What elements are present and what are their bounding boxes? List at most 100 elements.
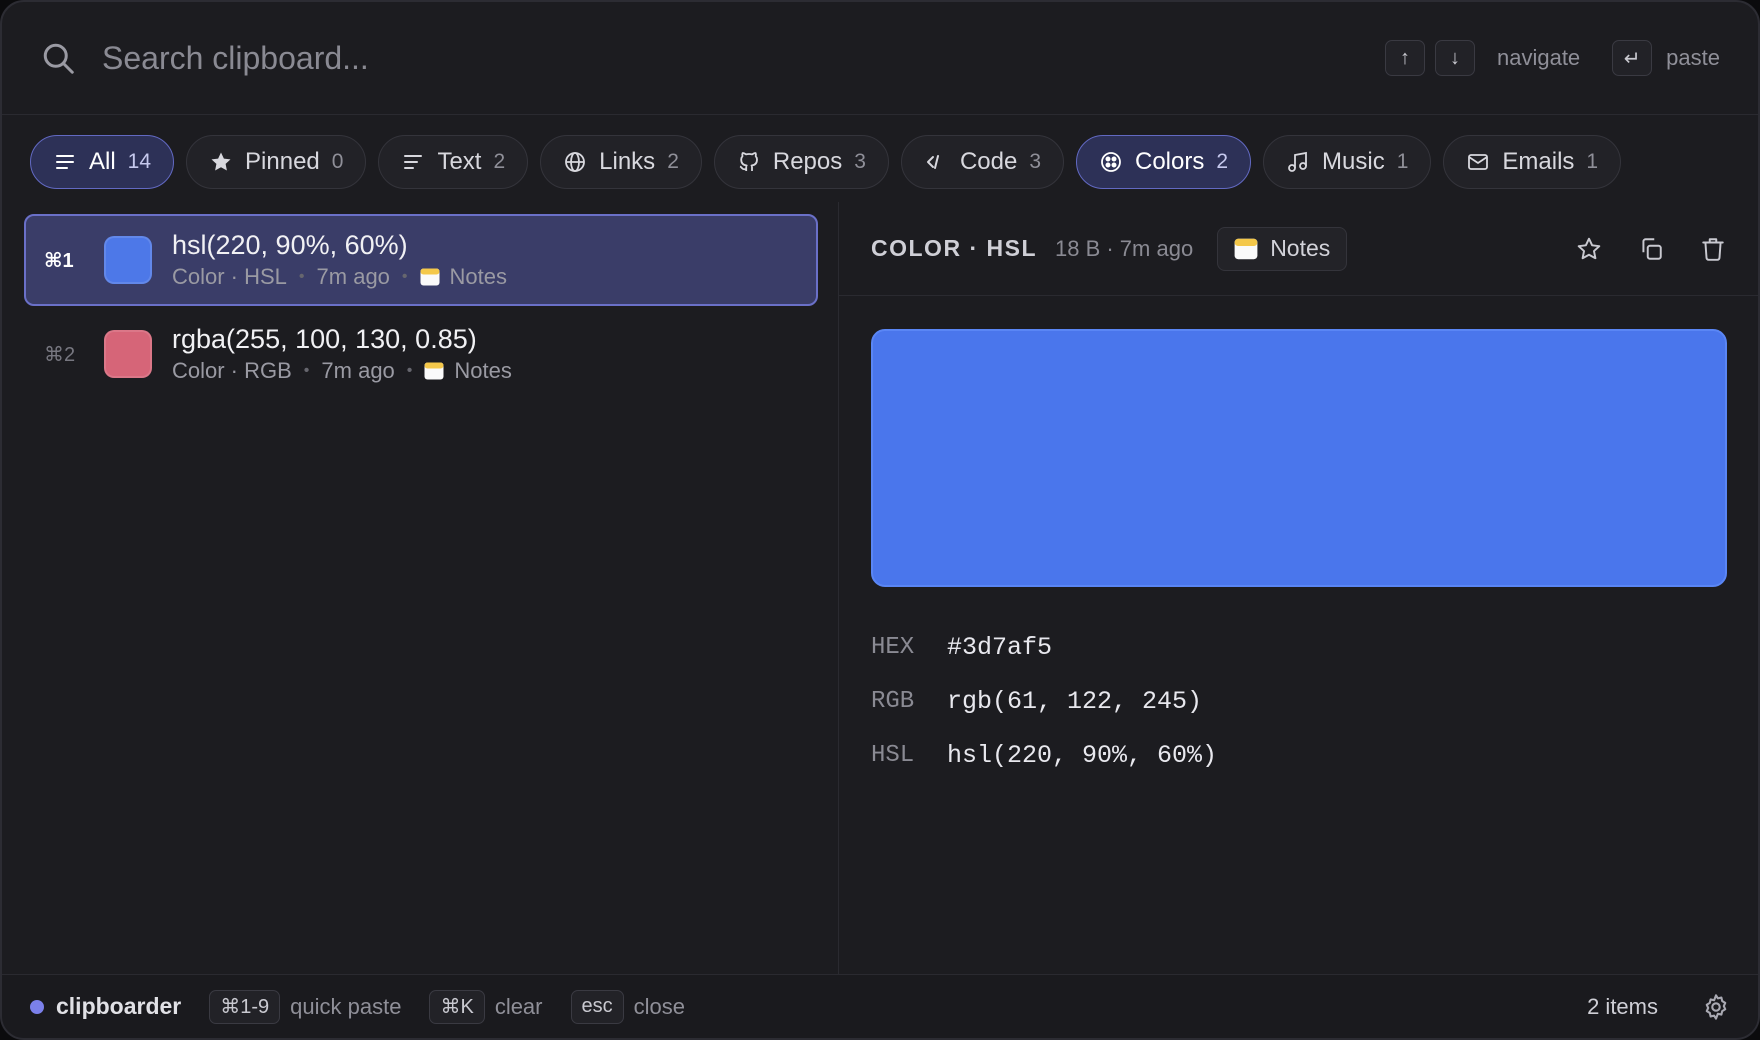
chip-count: 3 (854, 150, 866, 173)
mail-icon (1468, 154, 1489, 170)
search-input[interactable] (102, 28, 1385, 88)
chip-label: All (89, 148, 116, 175)
value-text[interactable]: #3d7af5 (947, 633, 1052, 662)
item-meta: Color · RGB • 7m ago • Notes (172, 356, 512, 386)
code-icon (926, 155, 939, 169)
item-time: 7m ago (316, 264, 390, 289)
list-icon (56, 155, 74, 169)
music-note-icon (1288, 151, 1307, 172)
navigation-hints: ↑ ↓ navigate ↵ paste (1384, 40, 1720, 76)
value-row-hex: HEX #3d7af5 (871, 620, 1217, 674)
item-shortcut: ⌘2 (44, 343, 76, 366)
shortcut-label: clear (494, 993, 543, 1019)
color-values: HEX #3d7af5 RGB rgb(61, 122, 245) HSL hs… (871, 620, 1217, 782)
list-item[interactable]: ⌘2 rgba(255, 100, 130, 0.85) Color · RGB… (24, 308, 818, 400)
notes-app-icon (1234, 238, 1258, 259)
chip-label: Music (1322, 148, 1385, 175)
value-label: HEX (871, 633, 915, 661)
clipboard-list: ⌘1 hsl(220, 90%, 60%) Color · HSL • 7m a… (24, 214, 818, 402)
shortcut-key: ⌘1-9 (209, 989, 281, 1024)
chip-label: Pinned (245, 148, 320, 175)
paste-hint: paste (1666, 45, 1720, 70)
chip-label: Emails (1502, 148, 1575, 175)
notes-app-icon (420, 268, 440, 286)
value-text[interactable]: hsl(220, 90%, 60%) (947, 741, 1217, 770)
github-icon (739, 152, 758, 171)
value-label: HSL (871, 741, 915, 769)
item-title: rgba(255, 100, 130, 0.85) (172, 324, 477, 354)
arrow-up-key: ↑ (1384, 40, 1425, 76)
chip-label: Text (437, 148, 482, 175)
item-kind: Color · HSL (172, 264, 287, 289)
item-kind: Color · RGB (172, 358, 292, 383)
separator-dot: • (401, 268, 408, 285)
shortcut-label: close (633, 993, 685, 1019)
chip-count: 1 (1396, 150, 1409, 173)
copy-icon[interactable] (1638, 236, 1664, 262)
star-icon (211, 152, 231, 171)
source-name: Notes (1270, 235, 1331, 261)
item-title: hsl(220, 90%, 60%) (172, 230, 408, 260)
shortcut-label: quick paste (290, 993, 402, 1019)
items-count: 2 items (1587, 993, 1658, 1019)
value-row-rgb: RGB rgb(61, 122, 245) (871, 674, 1217, 728)
filter-chip-pinned[interactable]: Pinned 0 (186, 135, 367, 189)
search-bar: ↑ ↓ navigate ↵ paste (2, 2, 1758, 115)
item-meta: Color · HSL • 7m ago • Notes (172, 262, 507, 292)
filter-chip-colors[interactable]: Colors 2 (1076, 135, 1252, 189)
separator-dot: • (406, 362, 413, 379)
separator-dot: • (303, 362, 310, 379)
globe-icon (565, 152, 586, 172)
clipboard-window: ↑ ↓ navigate ↵ paste All 14 Pinned 0 Tex… (0, 0, 1760, 1040)
palette-icon (1101, 152, 1121, 172)
chip-count: 2 (667, 150, 679, 173)
filter-chip-text[interactable]: Text 2 (378, 135, 529, 189)
color-swatch (104, 330, 152, 378)
separator-dot: • (298, 268, 305, 285)
star-icon[interactable] (1576, 236, 1602, 262)
footer-bar: clipboarder ⌘1-9 quick paste ⌘K clear es… (2, 974, 1758, 1038)
chip-label: Code (959, 148, 1018, 175)
item-source: Notes (449, 264, 508, 289)
source-badge: Notes (1217, 226, 1348, 271)
detail-header: COLOR · HSL 18 B · 7m ago Notes (839, 202, 1758, 296)
enter-key: ↵ (1612, 40, 1653, 76)
status-dot (30, 999, 44, 1014)
filter-chip-all[interactable]: All 14 (30, 135, 175, 189)
filter-chip-code[interactable]: Code 3 (900, 135, 1064, 189)
color-preview (871, 329, 1727, 587)
chip-count: 1 (1586, 150, 1599, 173)
filter-bar: All 14 Pinned 0 Text 2 Links 2 Repos 3 C… (30, 135, 1622, 189)
arrow-down-key: ↓ (1434, 40, 1475, 76)
chip-count: 3 (1029, 150, 1041, 173)
item-shortcut: ⌘1 (44, 249, 74, 272)
item-time: 7m ago (321, 358, 395, 383)
chip-count: 2 (1216, 150, 1229, 173)
chip-count: 0 (331, 150, 344, 173)
detail-actions (1576, 236, 1726, 262)
value-text[interactable]: rgb(61, 122, 245) (947, 687, 1202, 716)
filter-chip-music[interactable]: Music 1 (1263, 135, 1432, 189)
chip-label: Colors (1135, 148, 1205, 175)
notes-app-icon (424, 362, 444, 380)
filter-chip-repos[interactable]: Repos 3 (713, 135, 889, 189)
trash-icon[interactable] (1700, 236, 1726, 262)
app-name: clipboarder (56, 993, 182, 1019)
item-source: Notes (454, 358, 512, 383)
shortcut-key: ⌘K (429, 989, 485, 1024)
text-icon (404, 155, 423, 169)
shortcut-key: esc (570, 989, 624, 1024)
filter-chip-emails[interactable]: Emails 1 (1443, 135, 1622, 189)
gear-icon[interactable] (1702, 993, 1730, 1021)
detail-meta: 18 B · 7m ago (1055, 235, 1194, 261)
detail-kind: COLOR · HSL (871, 235, 1037, 261)
detail-pane: COLOR · HSL 18 B · 7m ago Notes HEX #3d7… (839, 202, 1758, 977)
chip-count: 14 (127, 150, 152, 173)
filter-chip-links[interactable]: Links 2 (540, 135, 702, 189)
color-swatch (104, 236, 152, 284)
navigate-hint: navigate (1496, 45, 1581, 70)
chip-label: Repos (772, 148, 843, 175)
value-label: RGB (871, 687, 915, 715)
list-item[interactable]: ⌘1 hsl(220, 90%, 60%) Color · HSL • 7m a… (24, 214, 818, 306)
chip-count: 2 (493, 150, 506, 173)
